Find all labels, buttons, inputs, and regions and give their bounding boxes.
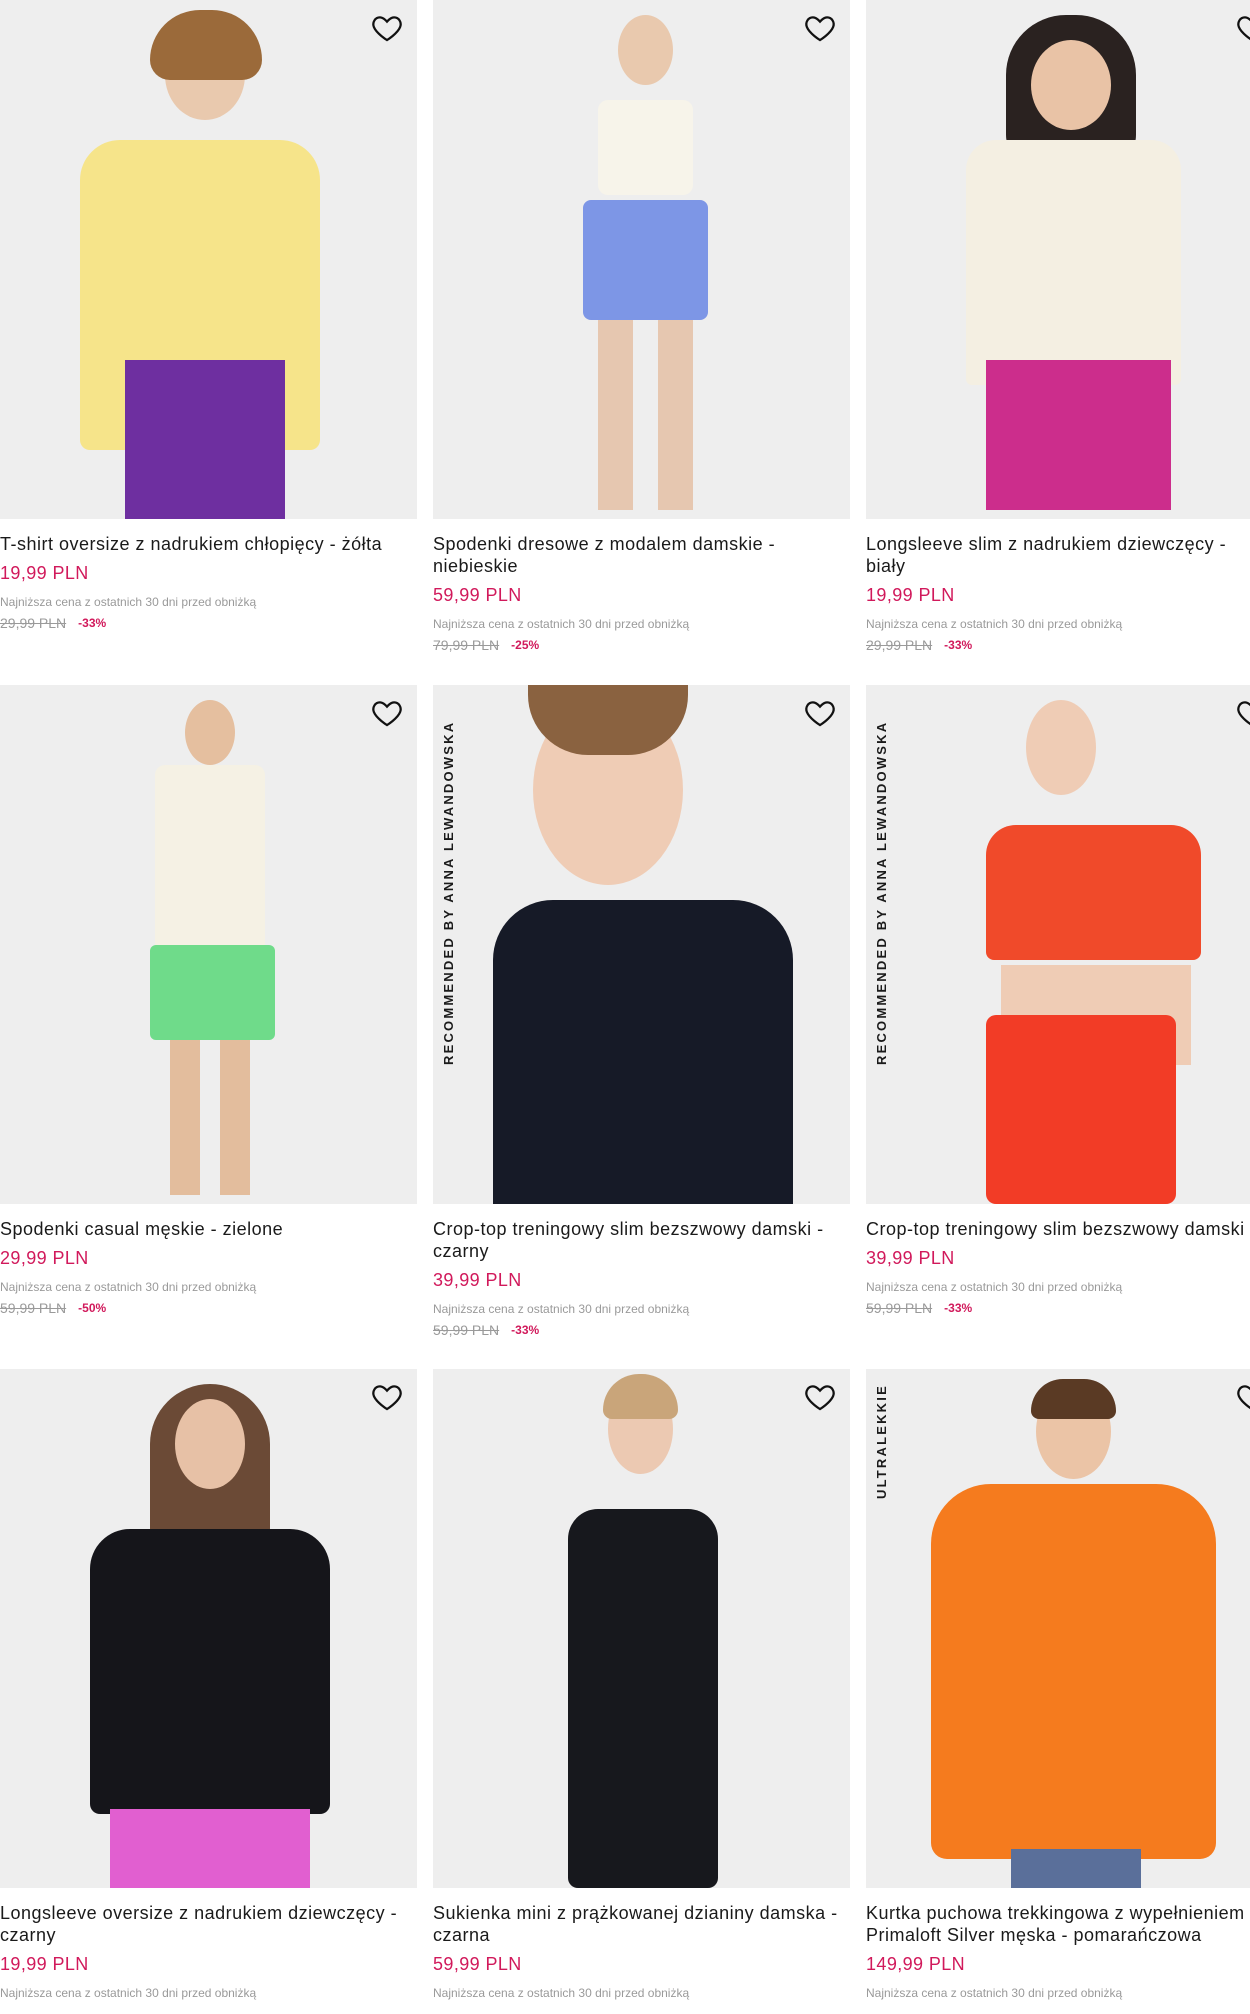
wishlist-heart-icon[interactable] <box>1234 10 1250 46</box>
discount-badge: -33% <box>78 616 107 630</box>
product-image[interactable] <box>866 0 1250 519</box>
lowest-price-label: Najniższa cena z ostatnich 30 dni przed … <box>866 1986 1123 2000</box>
product-title[interactable]: Crop-top treningowy slim bezszwowy damsk… <box>433 1218 850 1262</box>
product-image[interactable] <box>433 1369 850 1888</box>
product-price: 19,99 PLN <box>0 563 89 583</box>
product-price: 39,99 PLN <box>866 1248 955 1268</box>
product-price: 19,99 PLN <box>0 1954 89 1974</box>
product-title[interactable]: Longsleeve slim z nadrukiem dziewczęcy -… <box>866 533 1250 577</box>
wishlist-heart-icon[interactable] <box>369 1379 405 1415</box>
product-price: 59,99 PLN <box>433 585 522 605</box>
wishlist-heart-icon[interactable] <box>369 695 405 731</box>
product-card[interactable]: ULTRALEKKIE Kurtka puchowa trekkingowa z… <box>866 1369 1250 2000</box>
lowest-price-label: Najniższa cena z ostatnich 30 dni przed … <box>866 617 1123 631</box>
product-card[interactable]: Longsleeve slim z nadrukiem dziewczęcy -… <box>866 0 1250 653</box>
lowest-price-label: Najniższa cena z ostatnich 30 dni przed … <box>433 1302 690 1316</box>
product-card[interactable]: RECOMMENDED BY ANNA LEWANDOWSKA Crop-top… <box>866 685 1250 1316</box>
wishlist-heart-icon[interactable] <box>369 10 405 46</box>
discount-badge: -33% <box>511 1323 540 1337</box>
product-card[interactable]: Spodenki dresowe z modalem damskie - nie… <box>433 0 850 653</box>
old-price: 29,99 PLN <box>0 615 67 631</box>
product-price: 39,99 PLN <box>433 1270 522 1290</box>
product-image[interactable] <box>0 0 417 519</box>
lowest-price-label: Najniższa cena z ostatnich 30 dni przed … <box>433 1986 690 2000</box>
product-grid: T-shirt oversize z nadrukiem chłopięcy -… <box>0 0 1250 2014</box>
discount-badge: -33% <box>944 638 973 652</box>
recommended-tag: RECOMMENDED BY ANNA LEWANDOWSKA <box>874 720 889 1065</box>
wishlist-heart-icon[interactable] <box>802 1379 838 1415</box>
product-card[interactable]: Sukienka mini z prążkowanej dzianiny dam… <box>433 1369 850 2000</box>
product-title[interactable]: Longsleeve oversize z nadrukiem dziewczę… <box>0 1902 417 1946</box>
wishlist-heart-icon[interactable] <box>1234 695 1250 731</box>
lowest-price-label: Najniższa cena z ostatnich 30 dni przed … <box>0 1986 257 2000</box>
wishlist-heart-icon[interactable] <box>1234 1379 1250 1415</box>
old-price: 29,99 PLN <box>866 637 933 653</box>
lowest-price-label: Najniższa cena z ostatnich 30 dni przed … <box>433 617 690 631</box>
product-title[interactable]: T-shirt oversize z nadrukiem chłopięcy -… <box>0 533 417 555</box>
product-title[interactable]: Kurtka puchowa trekkingowa z wypełnienie… <box>866 1902 1250 1946</box>
product-card[interactable]: Spodenki casual męskie - zielone 29,99 P… <box>0 685 417 1316</box>
product-price: 149,99 PLN <box>866 1954 966 1974</box>
product-price: 59,99 PLN <box>433 1954 522 1974</box>
product-title[interactable]: Crop-top treningowy slim bezszwowy damsk… <box>866 1218 1250 1240</box>
old-price: 59,99 PLN <box>866 1300 933 1316</box>
product-card[interactable]: Longsleeve oversize z nadrukiem dziewczę… <box>0 1369 417 2000</box>
recommended-tag: RECOMMENDED BY ANNA LEWANDOWSKA <box>441 720 456 1065</box>
lowest-price-label: Najniższa cena z ostatnich 30 dni przed … <box>866 1280 1123 1294</box>
product-title[interactable]: Spodenki casual męskie - zielone <box>0 1218 417 1240</box>
old-price: 59,99 PLN <box>0 1300 67 1316</box>
product-title[interactable]: Spodenki dresowe z modalem damskie - nie… <box>433 533 850 577</box>
product-price: 29,99 PLN <box>0 1248 89 1268</box>
product-image[interactable]: ULTRALEKKIE <box>866 1369 1250 1888</box>
wishlist-heart-icon[interactable] <box>802 10 838 46</box>
discount-badge: -25% <box>511 638 540 652</box>
product-image[interactable]: RECOMMENDED BY ANNA LEWANDOWSKA <box>866 685 1250 1204</box>
product-image[interactable] <box>433 0 850 519</box>
old-price: 59,99 PLN <box>433 1322 500 1338</box>
product-image[interactable]: RECOMMENDED BY ANNA LEWANDOWSKA <box>433 685 850 1204</box>
wishlist-heart-icon[interactable] <box>802 695 838 731</box>
discount-badge: -50% <box>78 1301 107 1315</box>
lowest-price-label: Najniższa cena z ostatnich 30 dni przed … <box>0 595 257 609</box>
old-price: 79,99 PLN <box>433 637 500 653</box>
feature-tag: ULTRALEKKIE <box>874 1384 889 1499</box>
lowest-price-label: Najniższa cena z ostatnich 30 dni przed … <box>0 1280 257 1294</box>
product-title[interactable]: Sukienka mini z prążkowanej dzianiny dam… <box>433 1902 850 1946</box>
product-image[interactable] <box>0 685 417 1204</box>
product-price: 19,99 PLN <box>866 585 955 605</box>
product-card[interactable]: RECOMMENDED BY ANNA LEWANDOWSKA Crop-top… <box>433 685 850 1338</box>
product-card[interactable]: T-shirt oversize z nadrukiem chłopięcy -… <box>0 0 417 631</box>
product-image[interactable] <box>0 1369 417 1888</box>
discount-badge: -33% <box>944 1301 973 1315</box>
